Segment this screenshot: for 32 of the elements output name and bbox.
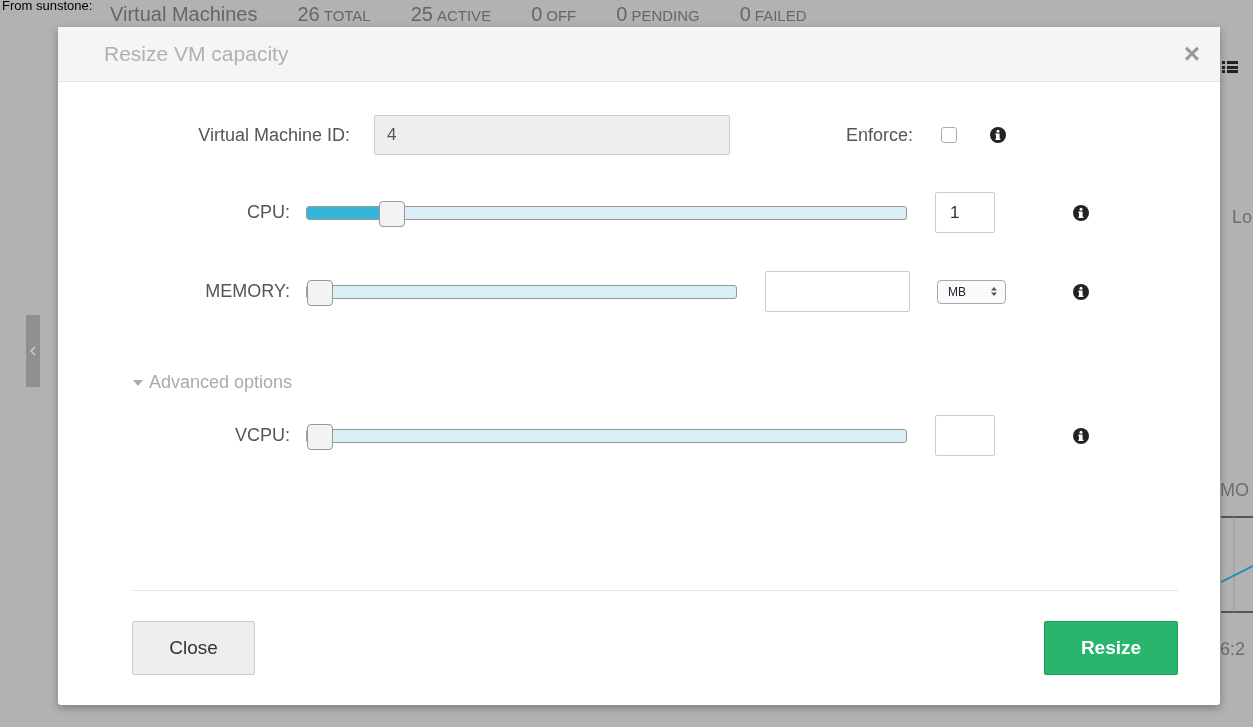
page-title: Virtual Machines (110, 1, 258, 27)
info-icon[interactable] (990, 127, 1006, 143)
slider-thumb[interactable] (378, 200, 405, 227)
close-button[interactable]: Close (132, 621, 255, 675)
info-icon[interactable] (1073, 283, 1089, 300)
field-label: VCPU: (234, 424, 290, 447)
stat-counter: 25 ACTIVE (410, 1, 492, 27)
slider-thumb[interactable] (307, 423, 333, 450)
number-field[interactable] (935, 415, 995, 456)
stat-counter: 0 OFF (531, 1, 577, 27)
enforce-checkbox[interactable] (941, 127, 957, 143)
stat-counter: 26 TOTAL (297, 1, 371, 27)
field-label: Enforce: (844, 123, 913, 147)
background-text: 6:2 (1220, 638, 1246, 661)
background-text: Lo (1232, 206, 1253, 229)
collapse-tab[interactable] (26, 315, 40, 387)
number-field[interactable] (765, 271, 910, 312)
slider-thumb[interactable] (307, 279, 333, 306)
info-icon[interactable] (1073, 427, 1089, 444)
caption-text: From sunstone: (2, 0, 93, 15)
field-label: MEMORY: (204, 280, 290, 303)
dialog-title: Resize VM capacity (104, 41, 289, 68)
field-label: Virtual Machine ID: (197, 123, 350, 147)
up-down-arrows-icon (991, 287, 997, 296)
chevron-left-icon (29, 346, 36, 356)
stat-counter: 0 FAILED (739, 1, 807, 27)
info-icon[interactable] (1073, 204, 1089, 221)
number-field[interactable]: 1 (935, 192, 995, 233)
stat-counter: 0 PENDING (616, 1, 700, 27)
background-text: MO (1220, 479, 1249, 502)
field-label: CPU: (246, 201, 290, 224)
unit-select[interactable]: MB (937, 279, 1006, 304)
